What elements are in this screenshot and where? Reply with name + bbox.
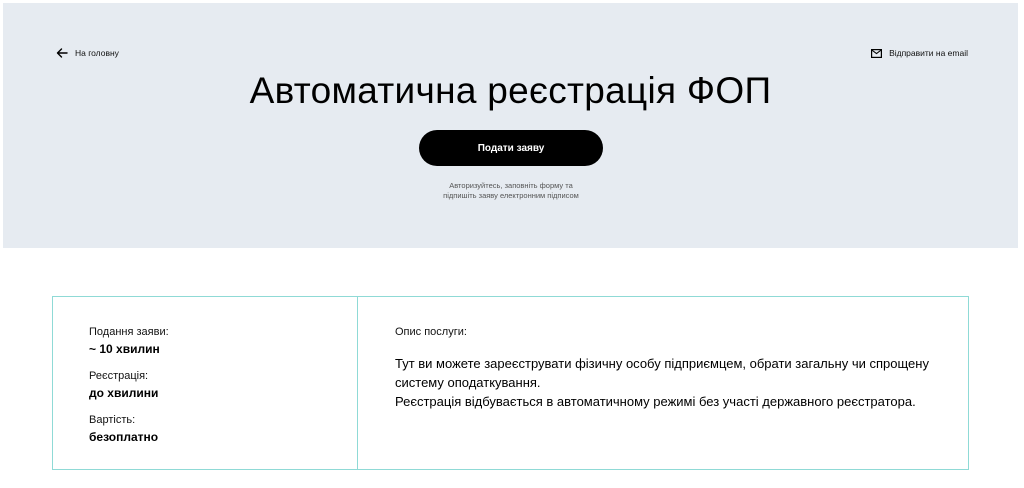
description-paragraph-1: Тут ви можете зареєструвати фізичну особ…	[395, 356, 929, 390]
hint-line-2: підпишіть заяву електронним підписом	[443, 191, 579, 200]
stat-label: Вартість:	[89, 414, 136, 426]
email-link-label: Відправити на email	[889, 48, 968, 58]
arrow-left-icon	[56, 48, 68, 58]
stat-label: Подання заяви:	[89, 326, 169, 338]
stat-registration-time: Реєстрація: до хвилини	[89, 369, 158, 401]
stat-label: Реєстрація:	[89, 370, 149, 382]
back-to-home-link[interactable]: На головну	[56, 45, 119, 61]
service-description: Опис послуги: Тут ви можете зареєструват…	[395, 325, 935, 411]
hero-section: На головну Відправити на email Автоматич…	[3, 3, 1018, 248]
page-title: Автоматична реєстрація ФОП	[249, 70, 772, 111]
submit-hint: Авторизуйтесь, заповніть форму та підпиш…	[411, 181, 611, 201]
stat-value: ~ 10 хвилин	[89, 342, 160, 356]
stat-value: безоплатно	[89, 430, 159, 444]
stat-cost: Вартість: безоплатно	[89, 413, 158, 445]
hint-line-1: Авторизуйтесь, заповніть форму та	[449, 181, 573, 190]
send-email-link[interactable]: Відправити на email	[871, 45, 968, 61]
stat-application-time: Подання заяви: ~ 10 хвилин	[89, 325, 169, 357]
description-label: Опис послуги:	[395, 326, 467, 338]
description-paragraph-2: Реєстрація відбувається в автоматичному …	[395, 394, 916, 409]
service-stats: Подання заяви: ~ 10 хвилин Реєстрація: д…	[53, 297, 358, 469]
right-edge	[1018, 0, 1024, 488]
back-link-label: На головну	[75, 48, 119, 58]
service-info-card: Подання заяви: ~ 10 хвилин Реєстрація: д…	[52, 296, 969, 470]
stat-value: до хвилини	[89, 386, 159, 400]
description-text: Тут ви можете зареєструвати фізичну особ…	[395, 354, 935, 411]
submit-application-button[interactable]: Подати заяву	[419, 130, 603, 166]
envelope-icon	[871, 48, 883, 58]
